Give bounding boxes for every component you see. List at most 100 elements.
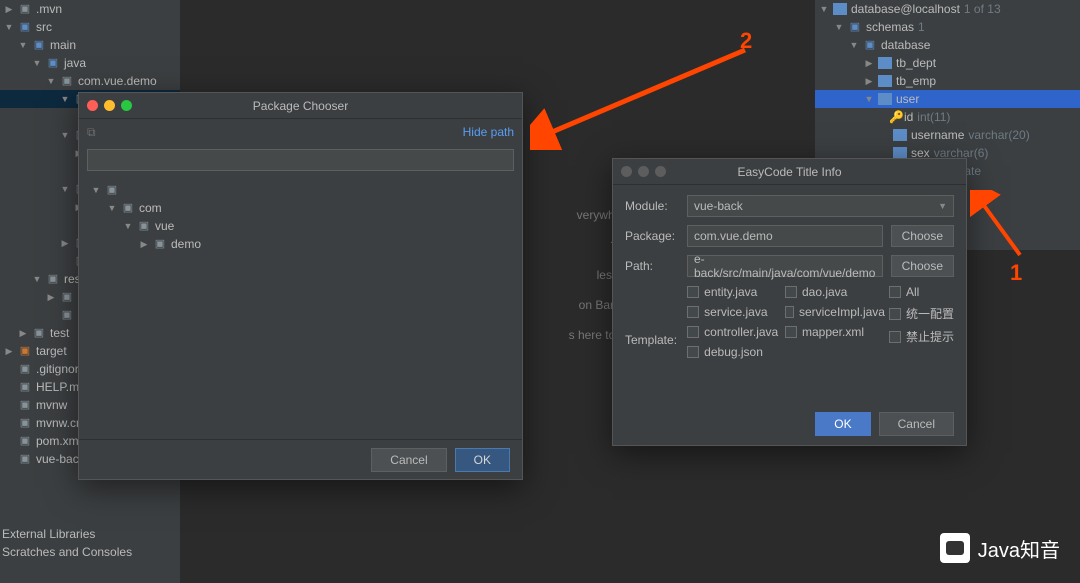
checkbox-icon[interactable]	[785, 326, 797, 338]
maximize-icon[interactable]	[655, 166, 666, 177]
template-checkbox[interactable]: 统一配置	[889, 305, 954, 322]
checkbox-icon[interactable]	[687, 286, 699, 298]
tree-item[interactable]: ▣src	[0, 18, 180, 36]
expand-icon[interactable]	[18, 40, 28, 50]
db-item[interactable]: 🔑idint(11)	[815, 108, 1080, 126]
cancel-button[interactable]: Cancel	[879, 412, 954, 436]
template-checkbox[interactable]: debug.json	[687, 345, 781, 359]
package-item[interactable]: ▣	[87, 181, 514, 199]
db-item[interactable]: tb_emp	[815, 72, 1080, 90]
maximize-icon[interactable]	[121, 100, 132, 111]
checkbox-icon[interactable]	[687, 346, 699, 358]
expand-icon[interactable]	[864, 58, 874, 69]
ok-button[interactable]: OK	[815, 412, 870, 436]
expand-icon[interactable]	[4, 4, 14, 15]
path-input[interactable]	[87, 149, 514, 171]
db-label: tb_emp	[896, 74, 936, 88]
template-name: dao.java	[802, 285, 847, 299]
expand-icon[interactable]	[46, 292, 56, 303]
expand-icon[interactable]	[139, 239, 149, 250]
expand-icon[interactable]	[123, 221, 133, 231]
template-checkbox[interactable]: service.java	[687, 305, 781, 319]
tree-label: target	[36, 344, 67, 358]
table-icon	[893, 129, 907, 141]
expand-icon[interactable]	[4, 346, 14, 357]
db-label: user	[896, 92, 919, 106]
expand-icon[interactable]	[834, 22, 844, 32]
db-label: tb_dept	[896, 56, 936, 70]
key-icon: 🔑	[889, 110, 904, 124]
package-item[interactable]: ▣demo	[87, 235, 514, 253]
expand-icon[interactable]	[46, 76, 56, 86]
minimize-icon[interactable]	[104, 100, 115, 111]
close-icon[interactable]	[621, 166, 632, 177]
file-icon: ▣	[18, 452, 32, 466]
checkbox-icon[interactable]	[785, 286, 797, 298]
expand-icon[interactable]	[4, 22, 14, 32]
expand-icon[interactable]	[107, 203, 117, 213]
new-folder-icon[interactable]: ⧉	[87, 125, 96, 140]
template-checkbox[interactable]: 禁止提示	[889, 328, 954, 345]
expand-icon[interactable]	[864, 76, 874, 87]
package-item[interactable]: ▣com	[87, 199, 514, 217]
window-controls[interactable]	[621, 166, 666, 177]
expand-icon[interactable]	[32, 274, 42, 284]
expand-icon[interactable]	[18, 328, 28, 339]
choose-package-button[interactable]: Choose	[891, 225, 954, 247]
checkbox-icon[interactable]	[889, 308, 901, 320]
db-item[interactable]: user	[815, 90, 1080, 108]
tree-item[interactable]: ▣.mvn	[0, 0, 180, 18]
dialog-titlebar: Package Chooser	[79, 93, 522, 119]
scratches-consoles[interactable]: Scratches and Consoles	[0, 545, 132, 559]
template-checkbox[interactable]: dao.java	[785, 285, 885, 299]
package-icon: ▣	[121, 201, 135, 215]
close-icon[interactable]	[87, 100, 98, 111]
package-label: vue	[155, 219, 174, 233]
expand-icon[interactable]	[32, 58, 42, 68]
expand-icon[interactable]	[60, 238, 70, 249]
ok-button[interactable]: OK	[455, 448, 510, 472]
template-checkbox[interactable]: serviceImpl.java	[785, 305, 885, 319]
tree-item[interactable]: ▣com.vue.demo	[0, 72, 180, 90]
checkbox-icon[interactable]	[889, 331, 901, 343]
cancel-button[interactable]: Cancel	[371, 448, 446, 472]
package-item[interactable]: ▣vue	[87, 217, 514, 235]
db-type: varchar(20)	[968, 128, 1029, 142]
path-input[interactable]: e-back/src/main/java/com/vue/demo	[687, 255, 883, 277]
table-icon	[833, 3, 847, 15]
external-libraries[interactable]: External Libraries	[0, 527, 95, 541]
template-checkbox[interactable]: All	[889, 285, 954, 299]
db-item[interactable]: ▣schemas1	[815, 18, 1080, 36]
template-checkbox[interactable]: controller.java	[687, 325, 781, 339]
hide-path-link[interactable]: Hide path	[463, 125, 514, 139]
expand-icon[interactable]	[91, 185, 101, 195]
choose-path-button[interactable]: Choose	[891, 255, 954, 277]
tree-item[interactable]: ▣main	[0, 36, 180, 54]
checkbox-icon[interactable]	[687, 306, 699, 318]
checkbox-icon[interactable]	[785, 306, 794, 318]
module-select[interactable]: vue-back ▼	[687, 195, 954, 217]
window-controls[interactable]	[87, 100, 132, 111]
expand-icon[interactable]	[819, 4, 829, 14]
folder-blue-icon: ▣	[32, 38, 46, 52]
checkbox-icon[interactable]	[687, 326, 699, 338]
expand-icon[interactable]	[60, 94, 70, 104]
db-item[interactable]: usernamevarchar(20)	[815, 126, 1080, 144]
checkbox-icon[interactable]	[889, 286, 901, 298]
expand-icon[interactable]	[60, 130, 70, 140]
path-label: Path:	[625, 259, 687, 273]
tree-item[interactable]: ▣java	[0, 54, 180, 72]
minimize-icon[interactable]	[638, 166, 649, 177]
package-icon: ▣	[105, 183, 119, 197]
table-icon	[878, 57, 892, 69]
expand-icon[interactable]	[864, 94, 874, 104]
db-item[interactable]: database@localhost1 of 13	[815, 0, 1080, 18]
db-item[interactable]: ▣database	[815, 36, 1080, 54]
db-item[interactable]: tb_dept	[815, 54, 1080, 72]
template-checkbox[interactable]: mapper.xml	[785, 325, 885, 339]
expand-icon[interactable]	[60, 184, 70, 194]
template-checkbox[interactable]: entity.java	[687, 285, 781, 299]
package-input[interactable]: com.vue.demo	[687, 225, 883, 247]
expand-icon[interactable]	[849, 40, 859, 50]
package-tree[interactable]: ▣▣com▣vue▣demo	[79, 175, 522, 259]
